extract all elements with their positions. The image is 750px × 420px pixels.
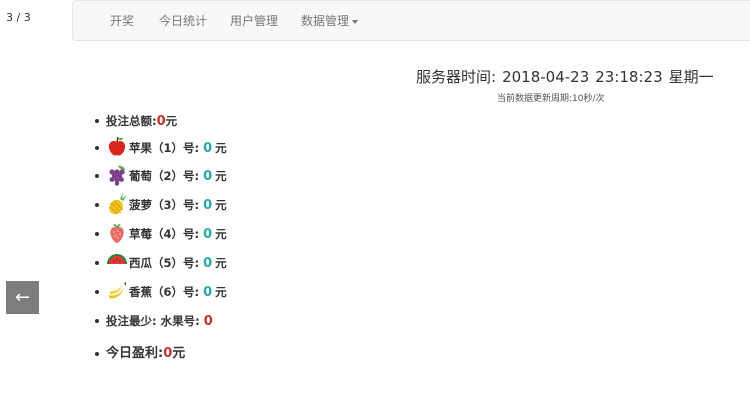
bullet: [95, 119, 99, 123]
grape-label: 葡萄（2）号:: [129, 169, 200, 183]
bullet: [95, 352, 99, 356]
top-navbar: 开奖 今日统计 用户管理 数据管理: [72, 0, 750, 41]
total-bet-label: 投注总额:: [106, 114, 157, 128]
nav-today-stats[interactable]: 今日统计: [159, 1, 207, 42]
bullet: [95, 146, 99, 150]
nav-data-management-dropdown[interactable]: 数据管理: [301, 1, 359, 42]
strawberry-value: 0: [203, 227, 213, 242]
banana-icon: [109, 282, 126, 299]
banana-label: 香蕉（6）号:: [129, 285, 200, 299]
least-bet-label: 投注最少: 水果号:: [106, 314, 200, 328]
update-cycle-label: 当前数据更新周期:: [497, 94, 573, 104]
update-cycle: 当前数据更新周期:10秒/次: [497, 91, 605, 104]
strawberry-label: 草莓（4）号:: [129, 227, 200, 241]
watermelon-icon: [107, 254, 127, 264]
server-weekday: 星期一: [668, 68, 714, 86]
bullet: [95, 290, 99, 294]
bullet: [95, 261, 99, 265]
pineapple-label: 菠萝（3）号:: [129, 198, 200, 212]
bullet: [95, 232, 99, 236]
pineapple-unit: 元: [215, 198, 227, 212]
grape-unit: 元: [215, 169, 227, 183]
total-bet-value: 0: [156, 114, 166, 129]
arrow-left-icon: ←: [14, 287, 31, 308]
least-bet-value: 0: [203, 314, 213, 329]
watermelon-label: 西瓜（5）号:: [129, 256, 200, 270]
bullet: [95, 203, 99, 207]
profit-value: 0: [163, 346, 173, 361]
slide-counter: 3 / 3: [6, 11, 31, 24]
bullet: [95, 319, 99, 323]
apple-icon: [108, 136, 126, 156]
server-date: 2018-04-23: [502, 68, 590, 86]
grape-value: 0: [203, 169, 213, 184]
banana-value: 0: [203, 285, 213, 300]
watermelon-unit: 元: [215, 256, 227, 270]
server-clock: 23:18:23: [595, 68, 663, 86]
bullet: [95, 174, 99, 178]
apple-label: 苹果（1）号:: [129, 141, 200, 155]
nav-draw[interactable]: 开奖: [110, 1, 134, 42]
update-cycle-value: 10秒/次: [572, 94, 605, 104]
profit-label: 今日盈利:: [106, 346, 164, 361]
apple-unit: 元: [215, 141, 227, 155]
pineapple-icon: [109, 193, 127, 215]
prev-slide-button[interactable]: ←: [6, 281, 39, 314]
total-bet-unit: 元: [165, 114, 178, 128]
banana-unit: 元: [215, 285, 227, 299]
caret-down-icon: [352, 19, 359, 24]
strawberry-icon: [110, 224, 124, 243]
nav-data-management-label: 数据管理: [301, 14, 350, 28]
server-time-label: 服务器时间:: [416, 68, 497, 86]
watermelon-value: 0: [203, 256, 213, 271]
server-time: 服务器时间: 2018-04-23 23:18:23 星期一: [416, 66, 720, 87]
apple-value: 0: [203, 141, 213, 156]
profit-unit: 元: [172, 346, 186, 361]
grape-icon: [109, 165, 125, 186]
pineapple-value: 0: [203, 198, 213, 213]
nav-user-management[interactable]: 用户管理: [230, 1, 278, 42]
strawberry-unit: 元: [215, 227, 227, 241]
